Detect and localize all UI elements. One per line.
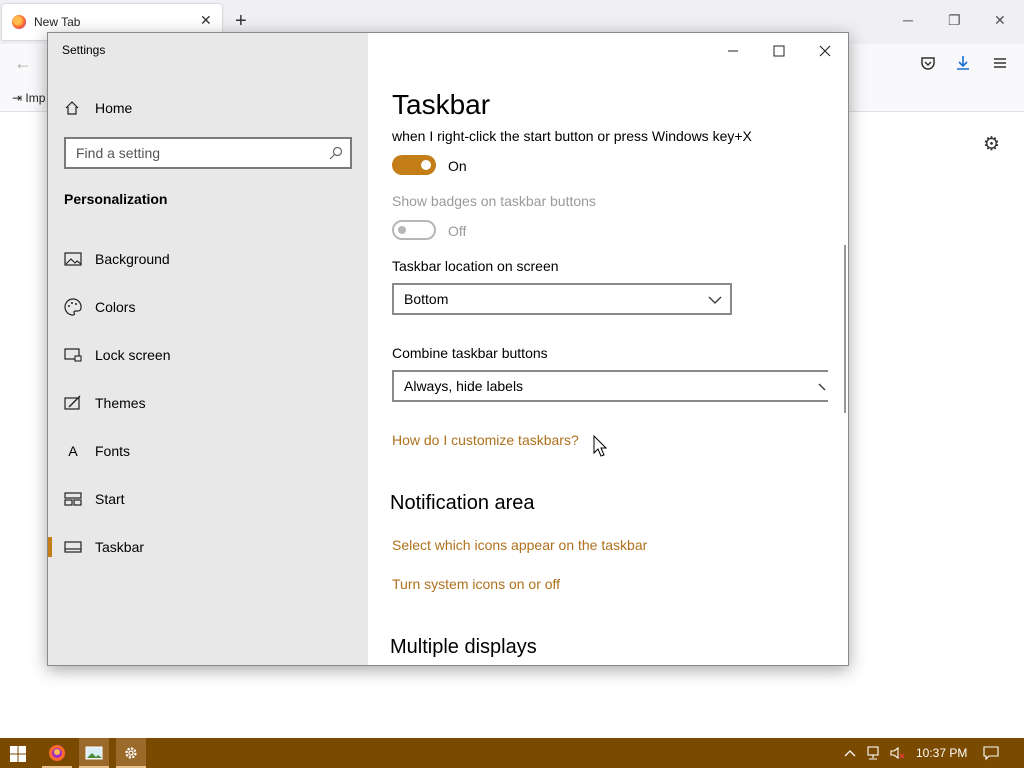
search-icon xyxy=(328,145,344,161)
new-tab-button[interactable]: + xyxy=(235,11,247,31)
search-input[interactable] xyxy=(76,144,316,162)
taskbar-firefox-icon[interactable] xyxy=(42,738,72,768)
location-value: Bottom xyxy=(404,291,449,307)
taskbar-photos-icon[interactable] xyxy=(79,738,109,768)
fonts-icon: A xyxy=(68,443,78,459)
customize-taskbars-link[interactable]: How do I customize taskbars? xyxy=(392,432,579,448)
image-icon xyxy=(64,250,82,268)
sidebar-item-label: Themes xyxy=(95,395,146,411)
powershell-toggle[interactable] xyxy=(392,155,436,175)
toggle-knob xyxy=(398,226,406,234)
sidebar-item-colors[interactable]: Colors xyxy=(48,287,368,327)
windows-start-icon[interactable] xyxy=(10,746,26,762)
taskbar-settings-icon[interactable] xyxy=(116,738,146,768)
import-bookmarks-link[interactable]: ⇥ Imp xyxy=(12,91,45,105)
sidebar-item-label: Start xyxy=(95,491,125,507)
maximize-button[interactable] xyxy=(769,41,789,61)
settings-content: Taskbar when I right-click the start but… xyxy=(368,33,848,665)
select-icons-link[interactable]: Select which icons appear on the taskbar xyxy=(392,537,647,553)
browser-close-button[interactable]: ✕ xyxy=(994,12,1006,29)
home-label: Home xyxy=(95,100,133,116)
sidebar-item-label: Background xyxy=(95,251,170,267)
sidebar-item-label: Fonts xyxy=(95,443,131,459)
browser-tab-title: New Tab xyxy=(34,15,81,29)
windows-taskbar: 10:37 PM xyxy=(0,738,1024,768)
powershell-description: when I right-click the start button or p… xyxy=(392,128,752,144)
menu-icon[interactable] xyxy=(992,55,1008,76)
chevron-down-icon xyxy=(818,380,832,394)
system-icons-link[interactable]: Turn system icons on or off xyxy=(392,576,560,592)
location-label: Taskbar location on screen xyxy=(392,258,559,274)
combine-value: Always, hide labels xyxy=(404,378,524,394)
sidebar-item-start[interactable]: Start xyxy=(48,479,368,519)
location-dropdown[interactable]: Bottom xyxy=(392,283,732,315)
sidebar-item-fonts[interactable]: A Fonts xyxy=(48,431,368,471)
sidebar-item-background[interactable]: Background xyxy=(48,239,368,279)
firefox-icon xyxy=(12,15,26,29)
home-nav-item[interactable]: Home xyxy=(64,97,132,119)
mouse-cursor-icon xyxy=(593,434,608,457)
settings-sidebar: Settings Home Personalization Background xyxy=(48,33,368,665)
sidebar-item-taskbar[interactable]: Taskbar xyxy=(48,527,368,567)
import-label: Imp xyxy=(25,91,46,105)
badges-toggle-state: Off xyxy=(448,223,467,239)
themes-icon xyxy=(64,394,82,412)
sidebar-item-label: Taskbar xyxy=(95,539,145,555)
toggle-knob xyxy=(421,160,431,170)
volume-muted-icon[interactable] xyxy=(889,745,905,761)
combine-dropdown[interactable]: Always, hide labels xyxy=(392,370,828,402)
chevron-down-icon xyxy=(708,293,722,307)
combine-label: Combine taskbar buttons xyxy=(392,345,548,361)
settings-window: Settings Home Personalization Background xyxy=(47,32,849,666)
window-title: Settings xyxy=(62,43,106,57)
section-header: Personalization xyxy=(64,191,168,207)
search-box[interactable] xyxy=(64,137,352,169)
sidebar-item-themes[interactable]: Themes xyxy=(48,383,368,423)
network-icon[interactable] xyxy=(865,745,881,761)
start-icon xyxy=(64,490,82,508)
taskbar-icon xyxy=(64,538,82,556)
browser-minimize-button[interactable]: ─ xyxy=(903,12,913,28)
taskbar-clock[interactable]: 10:37 PM xyxy=(916,746,967,760)
lock-screen-icon xyxy=(64,346,82,364)
badges-toggle[interactable] xyxy=(392,220,436,240)
badges-label: Show badges on taskbar buttons xyxy=(392,193,596,209)
pocket-icon[interactable] xyxy=(920,55,936,76)
notification-area-heading: Notification area xyxy=(390,492,535,514)
sidebar-item-label: Lock screen xyxy=(95,347,171,363)
tab-close-icon[interactable]: ✕ xyxy=(200,12,212,29)
sidebar-item-label: Colors xyxy=(95,299,136,315)
multiple-displays-heading: Multiple displays xyxy=(390,636,537,658)
download-icon[interactable] xyxy=(955,55,971,76)
close-button[interactable] xyxy=(815,41,835,61)
notification-center-icon[interactable] xyxy=(983,745,999,761)
powershell-toggle-state: On xyxy=(448,158,467,174)
selection-indicator xyxy=(48,537,52,557)
chevron-up-icon[interactable] xyxy=(842,745,858,761)
home-icon xyxy=(64,100,80,116)
palette-icon xyxy=(64,298,82,316)
minimize-button[interactable] xyxy=(723,41,743,61)
page-title: Taskbar xyxy=(392,89,491,120)
content-scrollbar[interactable] xyxy=(844,245,846,413)
back-arrow-icon[interactable]: ← xyxy=(14,53,32,74)
browser-restore-button[interactable]: ❐ xyxy=(948,12,961,29)
gear-icon[interactable]: ⚙ xyxy=(983,133,1000,156)
sidebar-item-lock-screen[interactable]: Lock screen xyxy=(48,335,368,375)
